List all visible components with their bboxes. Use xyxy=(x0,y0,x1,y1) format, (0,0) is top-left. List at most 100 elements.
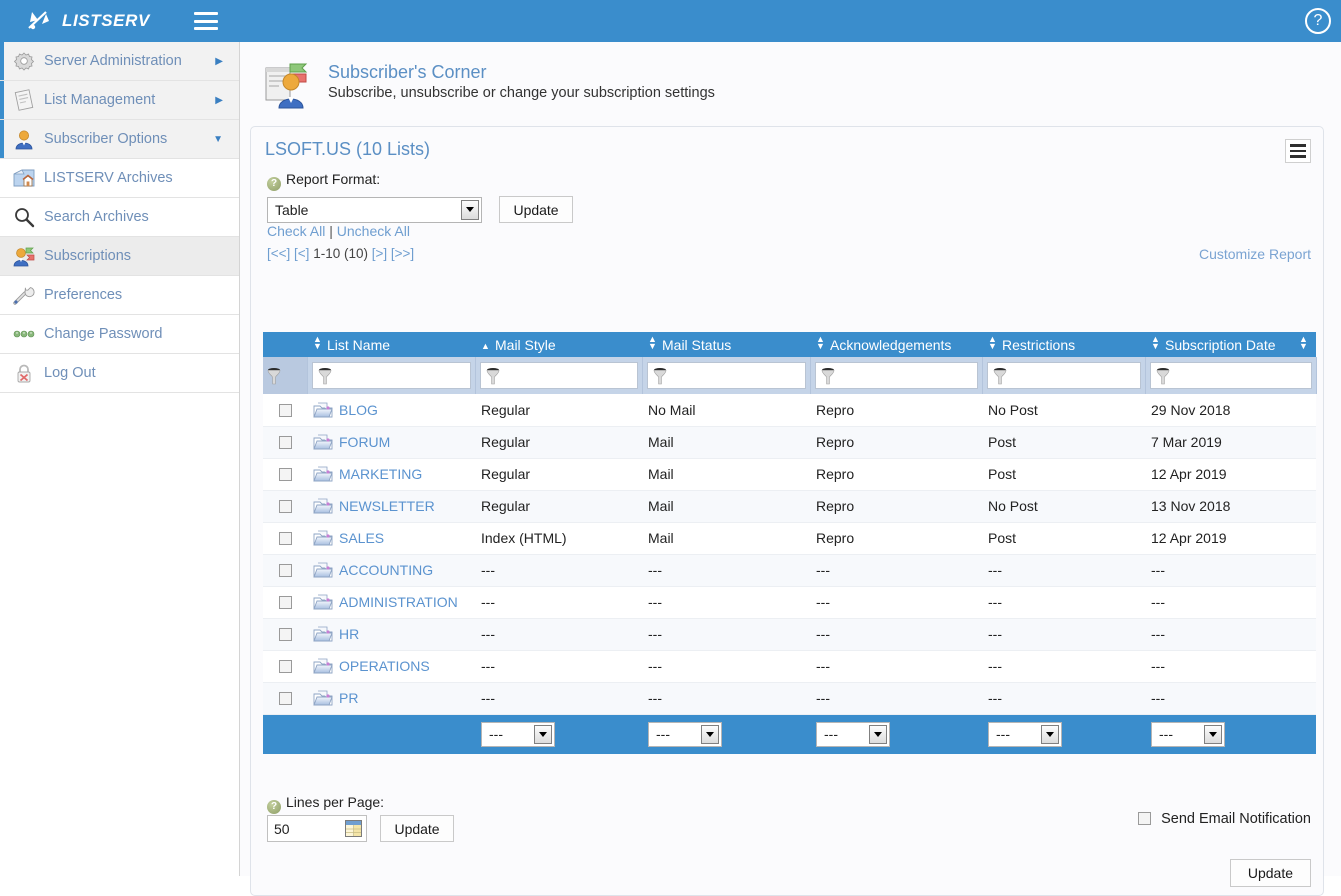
column-header-restrictions[interactable]: ▲ ▼ Restrictions xyxy=(982,332,1145,357)
hamburger-icon[interactable] xyxy=(193,12,218,30)
lines-per-page-input[interactable]: 50 xyxy=(267,815,367,842)
row-checkbox-cell xyxy=(263,426,307,459)
chevron-down-icon[interactable] xyxy=(1041,724,1059,744)
funnel-filter-icon[interactable] xyxy=(1156,367,1170,385)
help-circle-icon[interactable]: ? xyxy=(1305,8,1331,34)
row-checkbox[interactable] xyxy=(278,500,292,513)
funnel-filter-icon[interactable] xyxy=(318,367,332,385)
list-name-link[interactable]: BLOG xyxy=(339,402,378,418)
chevron-down-icon[interactable] xyxy=(869,724,887,744)
cell-mail-status: --- xyxy=(642,618,810,651)
column-header-mail_status[interactable]: ▲ ▼ Mail Status xyxy=(642,332,810,357)
funnel-filter-icon[interactable] xyxy=(993,367,1007,385)
report-format-update-button[interactable]: Update xyxy=(499,196,573,223)
help-icon[interactable]: ? xyxy=(267,800,281,814)
column-header-mail_style[interactable]: ▲ Mail Style xyxy=(475,332,642,357)
sidebar-item-subscriptions[interactable]: Subscriptions xyxy=(0,237,239,276)
cell-restrictions: --- xyxy=(982,682,1145,715)
sidebar-item-search-archives[interactable]: Search Archives xyxy=(0,198,239,237)
help-icon[interactable]: ? xyxy=(267,177,281,191)
sidebar-item-server-administration[interactable]: Server Administration ▶ xyxy=(0,42,239,81)
row-checkbox[interactable] xyxy=(278,532,292,545)
sidebar-item-log-out[interactable]: Log Out xyxy=(0,354,239,393)
customize-report-link[interactable]: Customize Report xyxy=(1199,246,1311,262)
list-name-link[interactable]: HR xyxy=(339,626,359,642)
chevron-down-icon[interactable] xyxy=(1204,724,1222,744)
filter-input-restrictions[interactable] xyxy=(986,362,1141,389)
sidebar-item-preferences[interactable]: Preferences xyxy=(0,276,239,315)
cell-mail-status: --- xyxy=(642,554,810,587)
column-header-list_name[interactable]: ▲ ▼ List Name xyxy=(307,332,475,357)
sidebar-item-listserv-archives[interactable]: LISTSERV Archives xyxy=(0,159,239,198)
menu-bar xyxy=(1290,144,1306,147)
filter-input-subscription_date[interactable] xyxy=(1149,362,1312,389)
bottom-update-button[interactable]: Update xyxy=(1229,859,1311,887)
panel-menu-icon[interactable] xyxy=(1285,139,1311,163)
list-name-link[interactable]: FORUM xyxy=(339,434,390,450)
bulk-select-subscription-date[interactable]: --- xyxy=(1151,721,1225,747)
sidebar-item-subscriber-options[interactable]: Subscriber Options ▼ xyxy=(0,120,239,159)
document-icon xyxy=(11,89,37,111)
panel-title: LSOFT.US (10 Lists) xyxy=(265,139,431,159)
filter-input-mail_status[interactable] xyxy=(646,362,806,389)
filter-input-acknowledgements[interactable] xyxy=(814,362,978,389)
chevron-down-icon[interactable]: ▼ xyxy=(213,134,223,145)
row-checkbox[interactable] xyxy=(278,628,292,641)
row-checkbox[interactable] xyxy=(278,403,292,417)
sort-asc-icon[interactable]: ▲ xyxy=(481,341,490,351)
row-checkbox[interactable] xyxy=(278,436,292,449)
row-checkbox[interactable] xyxy=(278,564,292,577)
pager-next[interactable]: [>] xyxy=(372,246,387,261)
pager-first[interactable]: [<<] xyxy=(267,246,290,261)
list-name-link[interactable]: MARKETING xyxy=(339,466,422,482)
column-header-acknowledgements[interactable]: ▲ ▼ Acknowledgements xyxy=(810,332,982,357)
column-header-subscription_date[interactable]: ▲ ▼ Subscription Date ▲ ▼ xyxy=(1145,332,1316,357)
check-all-link[interactable]: Check All xyxy=(267,223,325,239)
row-checkbox-cell xyxy=(263,394,307,427)
report-format-label: Report Format: xyxy=(286,171,381,187)
funnel-filter-icon[interactable] xyxy=(267,367,303,385)
cell-acknowledgements: --- xyxy=(810,682,982,715)
lines-per-page-update-button[interactable]: Update xyxy=(380,815,454,842)
sort-both-icon[interactable]: ▲ ▼ xyxy=(648,335,657,351)
funnel-filter-icon[interactable] xyxy=(821,367,835,385)
bulk-select-acknowledgements[interactable]: --- xyxy=(816,721,890,747)
chevron-down-icon[interactable] xyxy=(534,724,552,744)
bulk-select-mail-style[interactable]: --- xyxy=(481,721,555,747)
sort-both-icon[interactable]: ▲ ▼ xyxy=(313,335,322,351)
filter-input-mail_style[interactable] xyxy=(479,362,638,389)
table-grid-icon[interactable] xyxy=(345,820,362,837)
list-name-link[interactable]: ADMINISTRATION xyxy=(339,594,458,610)
funnel-filter-icon[interactable] xyxy=(653,367,667,385)
chevron-right-icon[interactable]: ▶ xyxy=(215,56,223,67)
chevron-right-icon[interactable]: ▶ xyxy=(215,95,223,106)
chevron-down-icon[interactable] xyxy=(701,724,719,744)
sort-both-icon[interactable]: ▲ ▼ xyxy=(1151,335,1160,351)
funnel-filter-icon[interactable] xyxy=(486,367,500,385)
list-name-link[interactable]: SALES xyxy=(339,530,384,546)
uncheck-all-link[interactable]: Uncheck All xyxy=(337,223,410,239)
filter-input-list_name[interactable] xyxy=(311,362,471,389)
pager-last[interactable]: [>>] xyxy=(391,246,414,261)
send-email-notification-checkbox[interactable] xyxy=(1138,812,1152,825)
bulk-select-restrictions[interactable]: --- xyxy=(988,721,1062,747)
list-name-link[interactable]: ACCOUNTING xyxy=(339,562,433,578)
row-checkbox[interactable] xyxy=(278,660,292,673)
bulk-select-mail-status[interactable]: --- xyxy=(648,721,722,747)
list-name-link[interactable]: NEWSLETTER xyxy=(339,498,435,514)
row-checkbox[interactable] xyxy=(278,596,292,609)
row-checkbox[interactable] xyxy=(278,468,292,481)
sort-both-icon[interactable]: ▲ ▼ xyxy=(1299,335,1308,351)
list-name-link[interactable]: OPERATIONS xyxy=(339,658,430,674)
sort-both-icon[interactable]: ▲ ▼ xyxy=(988,335,997,351)
sort-both-icon[interactable]: ▲ ▼ xyxy=(816,335,825,351)
bulk-cell-mail-status: --- xyxy=(642,714,810,754)
sidebar-item-list-management[interactable]: List Management ▶ xyxy=(0,81,239,120)
sidebar-item-change-password[interactable]: * * * Change Password xyxy=(0,315,239,354)
cell-list-name: FORUM xyxy=(307,426,475,459)
report-format-select[interactable]: Table xyxy=(267,196,482,223)
pager-prev[interactable]: [<] xyxy=(294,246,309,261)
row-checkbox[interactable] xyxy=(278,692,292,705)
list-name-link[interactable]: PR xyxy=(339,690,358,706)
chevron-down-icon[interactable] xyxy=(461,199,479,220)
